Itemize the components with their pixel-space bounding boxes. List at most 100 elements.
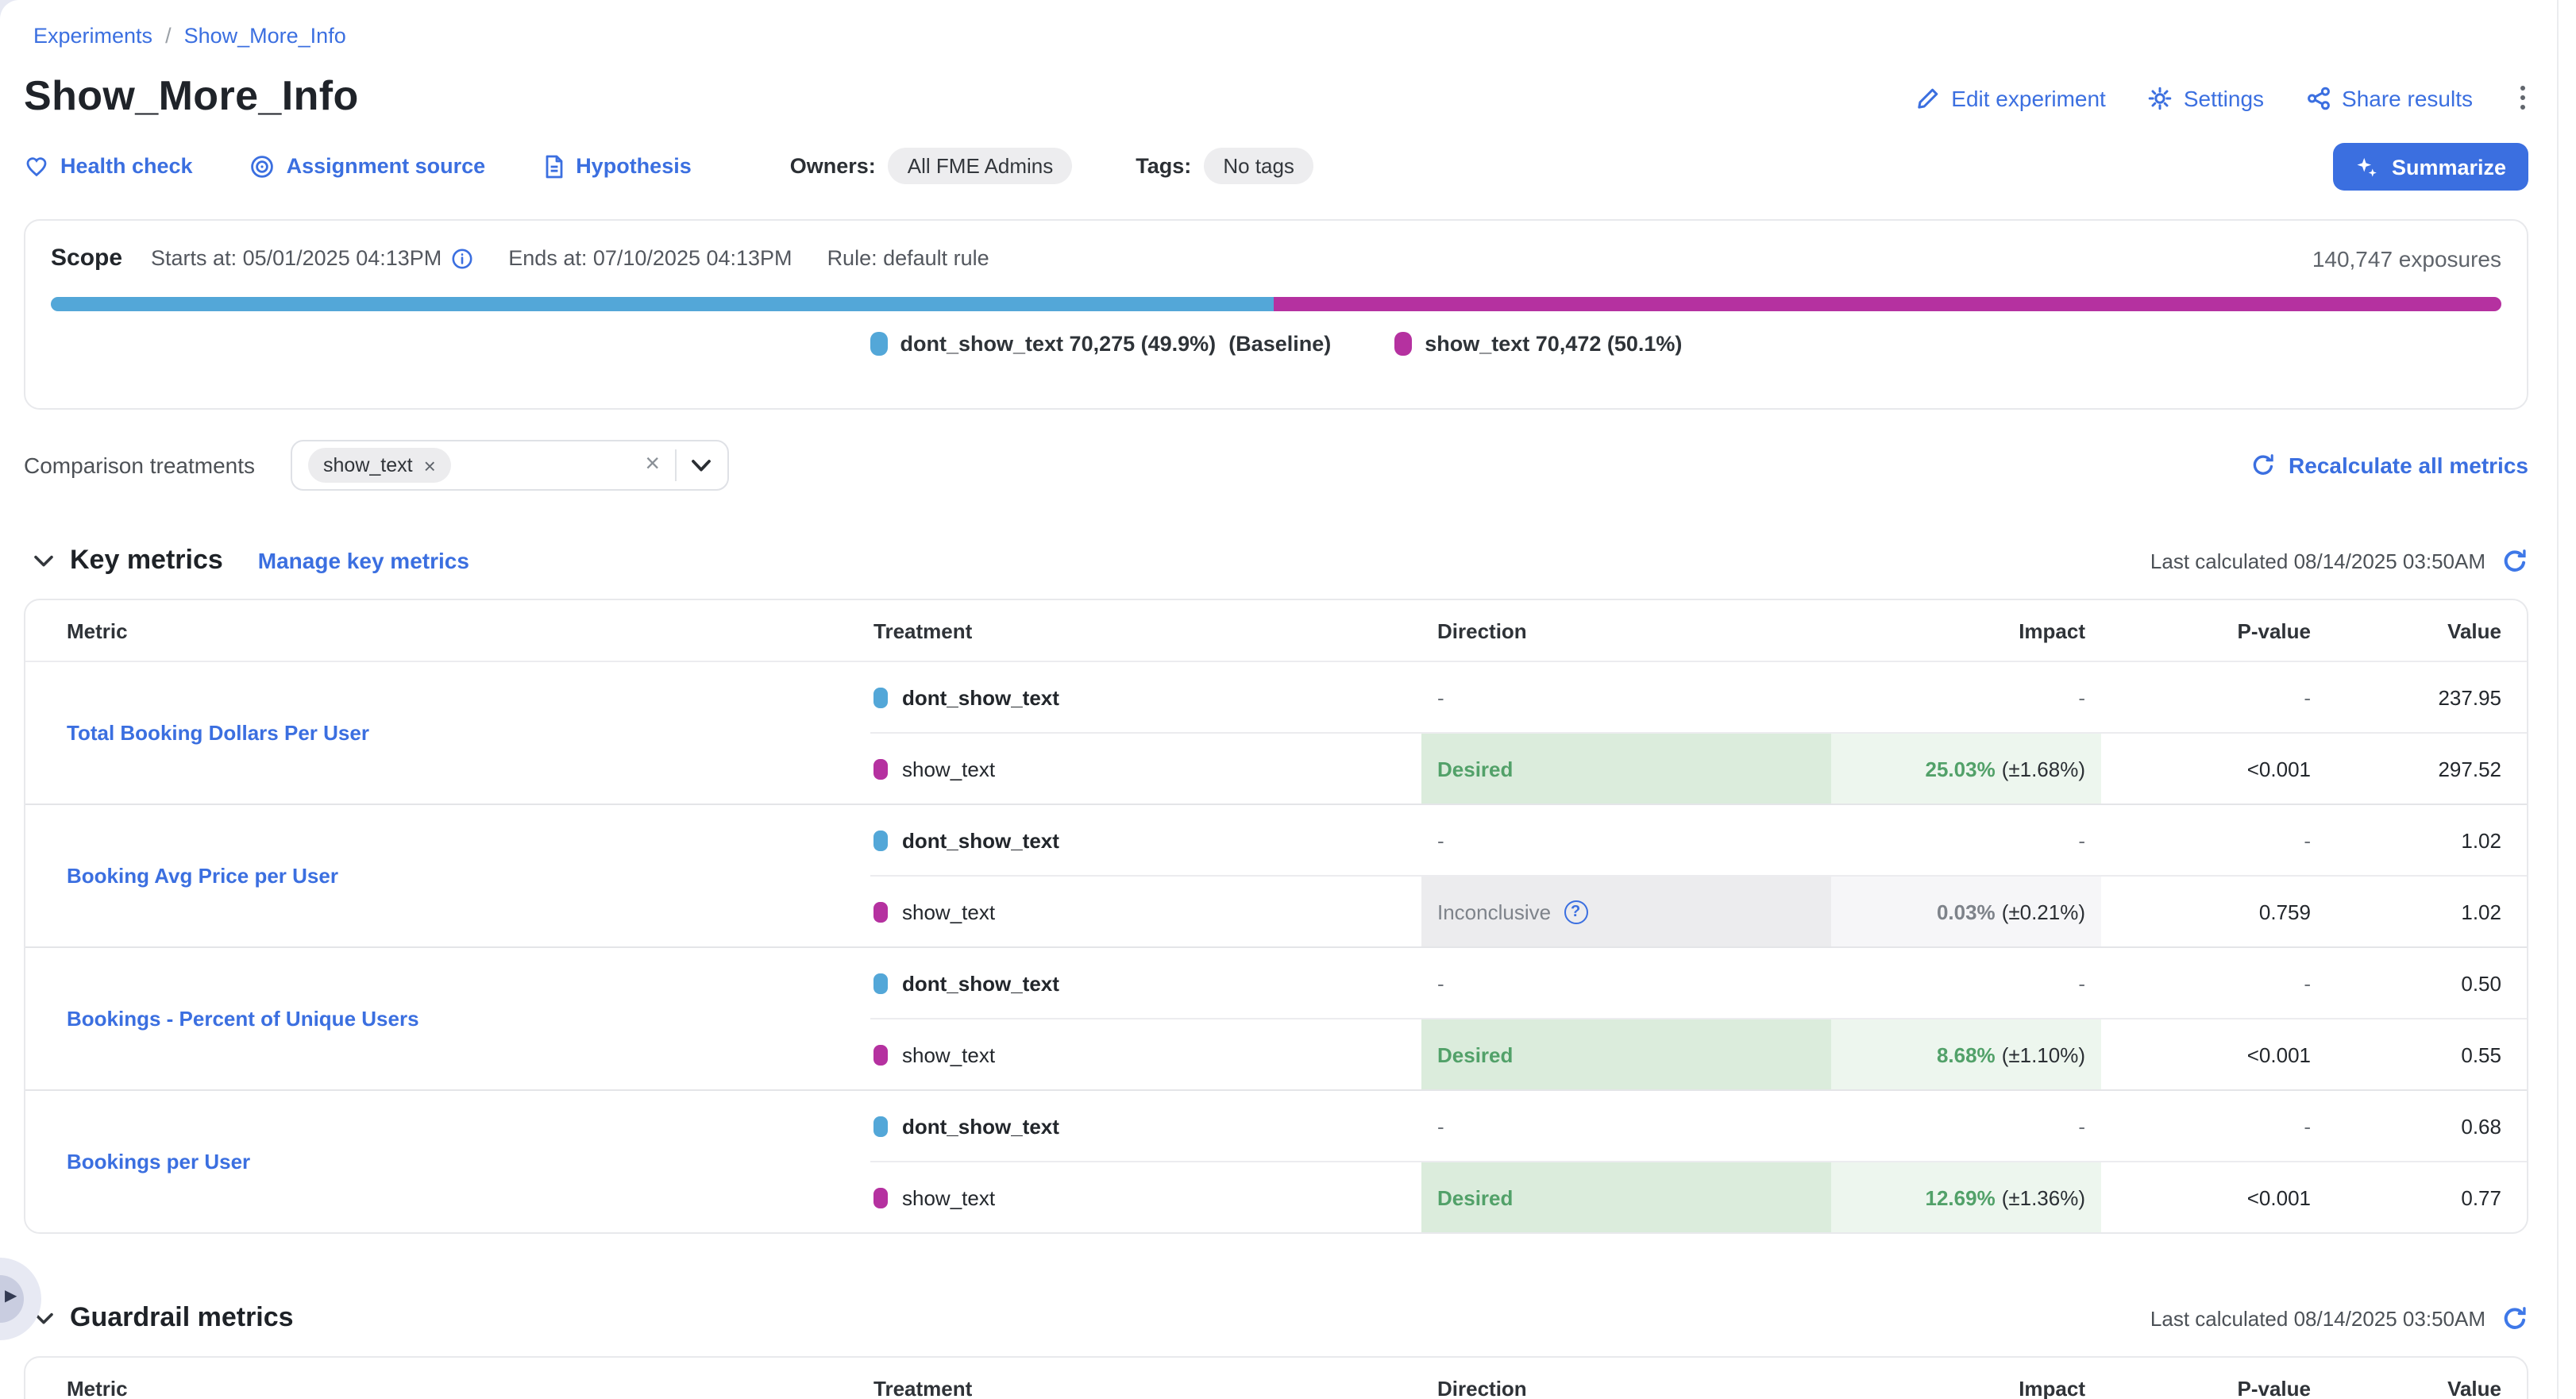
col-metric: Metric bbox=[25, 1376, 870, 1399]
metric-group: Booking Avg Price per User dont_show_tex… bbox=[25, 804, 2527, 946]
tags-label: Tags: bbox=[1136, 154, 1191, 178]
more-options-button[interactable] bbox=[2514, 83, 2532, 113]
comparison-chip[interactable]: show_text × bbox=[307, 448, 452, 483]
owners-label: Owners: bbox=[790, 154, 876, 178]
table-row: dont_show_text - - - 1.02 bbox=[870, 805, 2527, 875]
assignment-source-link[interactable]: Assignment source bbox=[250, 153, 486, 179]
baseline-dot bbox=[873, 830, 888, 850]
table-row: dont_show_text - - - 0.50 bbox=[870, 948, 2527, 1018]
legend-treatment: show_text 70,472 (50.1%) bbox=[1394, 332, 1682, 356]
tags-pill[interactable]: No tags bbox=[1204, 148, 1313, 184]
pencil-icon bbox=[1915, 85, 1940, 110]
sparkles-icon bbox=[2355, 155, 2379, 179]
table-row: show_text Desired 12.69%(±1.36%) <0.001 … bbox=[870, 1161, 2527, 1232]
info-icon[interactable] bbox=[451, 247, 473, 269]
breadcrumb: Experiments / Show_More_Info bbox=[33, 24, 346, 48]
col-value: Value bbox=[2327, 1376, 2527, 1399]
settings-button[interactable]: Settings bbox=[2147, 85, 2264, 110]
chip-remove-icon[interactable]: × bbox=[424, 453, 436, 477]
breadcrumb-current[interactable]: Show_More_Info bbox=[184, 24, 346, 48]
table-row: show_text Desired 25.03%(±1.68%) <0.001 … bbox=[870, 732, 2527, 804]
health-check-link[interactable]: Health check bbox=[24, 154, 193, 178]
guardrail-metrics-title: Guardrail metrics bbox=[70, 1302, 294, 1334]
scope-card: Scope Starts at: 05/01/2025 04:13PM Ends… bbox=[24, 219, 2528, 410]
key-metrics-header: Key metrics Manage key metrics Last calc… bbox=[24, 545, 2528, 576]
manage-key-metrics-link[interactable]: Manage key metrics bbox=[258, 548, 469, 573]
col-treatment: Treatment bbox=[870, 619, 1421, 642]
meta-row: Health check Assignment source Hypothesi… bbox=[24, 148, 1313, 184]
panel-rounded-corner bbox=[0, 0, 22, 22]
right-edge-divider bbox=[2557, 0, 2559, 1399]
page-title: Show_More_Info bbox=[24, 71, 359, 121]
hypothesis-link[interactable]: Hypothesis bbox=[542, 153, 692, 179]
legend-treatment-label: show_text 70,472 (50.1%) bbox=[1425, 332, 1682, 356]
metric-link[interactable]: Bookings per User bbox=[67, 1150, 250, 1174]
gear-icon bbox=[2147, 85, 2173, 110]
edit-experiment-button[interactable]: Edit experiment bbox=[1915, 85, 2106, 110]
col-treatment: Treatment bbox=[870, 1376, 1421, 1399]
health-check-label: Health check bbox=[60, 154, 193, 178]
breadcrumb-experiments[interactable]: Experiments bbox=[33, 24, 152, 48]
summarize-label: Summarize bbox=[2392, 155, 2506, 179]
col-direction: Direction bbox=[1421, 1376, 1831, 1399]
scope-title: Scope bbox=[51, 245, 122, 272]
refresh-icon[interactable] bbox=[2501, 1305, 2528, 1332]
treatment-dot bbox=[873, 1187, 888, 1208]
edit-experiment-label: Edit experiment bbox=[1951, 85, 2106, 110]
treatment-dot bbox=[873, 901, 888, 922]
select-clear-icon[interactable]: × bbox=[645, 453, 660, 478]
treatment-dot bbox=[873, 1044, 888, 1065]
comparison-label: Comparison treatments bbox=[24, 453, 255, 478]
key-metrics-table: Metric Treatment Direction Impact P-valu… bbox=[24, 599, 2528, 1234]
treatment-swatch bbox=[1394, 332, 1412, 356]
comparison-row: Comparison treatments show_text × × Reca… bbox=[24, 440, 2528, 491]
direction-badge: Desired bbox=[1421, 1019, 1831, 1089]
metric-group: Total Booking Dollars Per User dont_show… bbox=[25, 662, 2527, 804]
metric-group: Bookings - Percent of Unique Users dont_… bbox=[25, 946, 2527, 1089]
document-icon bbox=[542, 153, 565, 179]
table-row: show_text Inconclusive ? 0.03%(±0.21%) 0… bbox=[870, 875, 2527, 946]
summarize-button[interactable]: Summarize bbox=[2333, 143, 2528, 191]
share-results-button[interactable]: Share results bbox=[2305, 85, 2473, 110]
key-metrics-collapse-icon[interactable] bbox=[33, 553, 54, 568]
treatment-dot bbox=[873, 758, 888, 779]
header-actions: Edit experiment Settings Share results bbox=[1915, 83, 2532, 113]
exposures-count: 140,747 exposures bbox=[2312, 245, 2501, 271]
legend-baseline-tag: (Baseline) bbox=[1228, 332, 1331, 356]
legend-baseline-label: dont_show_text 70,275 (49.9%) bbox=[900, 332, 1217, 356]
assignment-source-label: Assignment source bbox=[287, 154, 486, 178]
metric-link[interactable]: Bookings - Percent of Unique Users bbox=[67, 1007, 419, 1031]
col-impact: Impact bbox=[1831, 1376, 2101, 1399]
question-circle-icon[interactable]: ? bbox=[1564, 900, 1587, 923]
table-row: show_text Desired 8.68%(±1.10%) <0.001 0… bbox=[870, 1018, 2527, 1089]
scope-starts: Starts at: 05/01/2025 04:13PM bbox=[151, 246, 473, 270]
guardrail-metrics-header: Guardrail metrics Last calculated 08/14/… bbox=[24, 1302, 2528, 1334]
col-impact: Impact bbox=[1831, 619, 2101, 642]
table-header-row: Metric Treatment Direction Impact P-valu… bbox=[25, 1358, 2527, 1399]
refresh-icon[interactable] bbox=[2501, 547, 2528, 574]
settings-label: Settings bbox=[2184, 85, 2264, 110]
scope-rule: Rule: default rule bbox=[827, 246, 989, 270]
baseline-dot bbox=[873, 973, 888, 993]
split-legend: dont_show_text 70,275 (49.9%) (Baseline)… bbox=[51, 332, 2501, 356]
metric-group: Bookings per User dont_show_text - - - 0… bbox=[25, 1089, 2527, 1232]
scope-ends: Ends at: 07/10/2025 04:13PM bbox=[508, 246, 792, 270]
metric-link[interactable]: Booking Avg Price per User bbox=[67, 864, 338, 888]
target-icon bbox=[250, 153, 276, 179]
chevron-down-icon[interactable] bbox=[690, 458, 711, 472]
recalculate-all-metrics-button[interactable]: Recalculate all metrics bbox=[2250, 453, 2528, 478]
table-row: dont_show_text - - - 0.68 bbox=[870, 1091, 2527, 1161]
comparison-chip-label: show_text bbox=[323, 454, 413, 476]
comparison-select[interactable]: show_text × × bbox=[290, 440, 728, 491]
metric-link[interactable]: Total Booking Dollars Per User bbox=[67, 721, 369, 745]
baseline-swatch bbox=[870, 332, 888, 356]
expand-arrow-icon[interactable]: ▶ bbox=[5, 1288, 17, 1305]
heart-icon bbox=[24, 154, 49, 178]
guardrail-metrics-table: Metric Treatment Direction Impact P-valu… bbox=[24, 1356, 2528, 1399]
baseline-bar-segment bbox=[51, 297, 1274, 311]
col-direction: Direction bbox=[1421, 619, 1831, 642]
table-header-row: Metric Treatment Direction Impact P-valu… bbox=[25, 600, 2527, 662]
owners-pill[interactable]: All FME Admins bbox=[889, 148, 1073, 184]
experiment-page: Experiments / Show_More_Info Show_More_I… bbox=[0, 0, 2576, 1399]
exposure-split-bar bbox=[51, 297, 2501, 311]
